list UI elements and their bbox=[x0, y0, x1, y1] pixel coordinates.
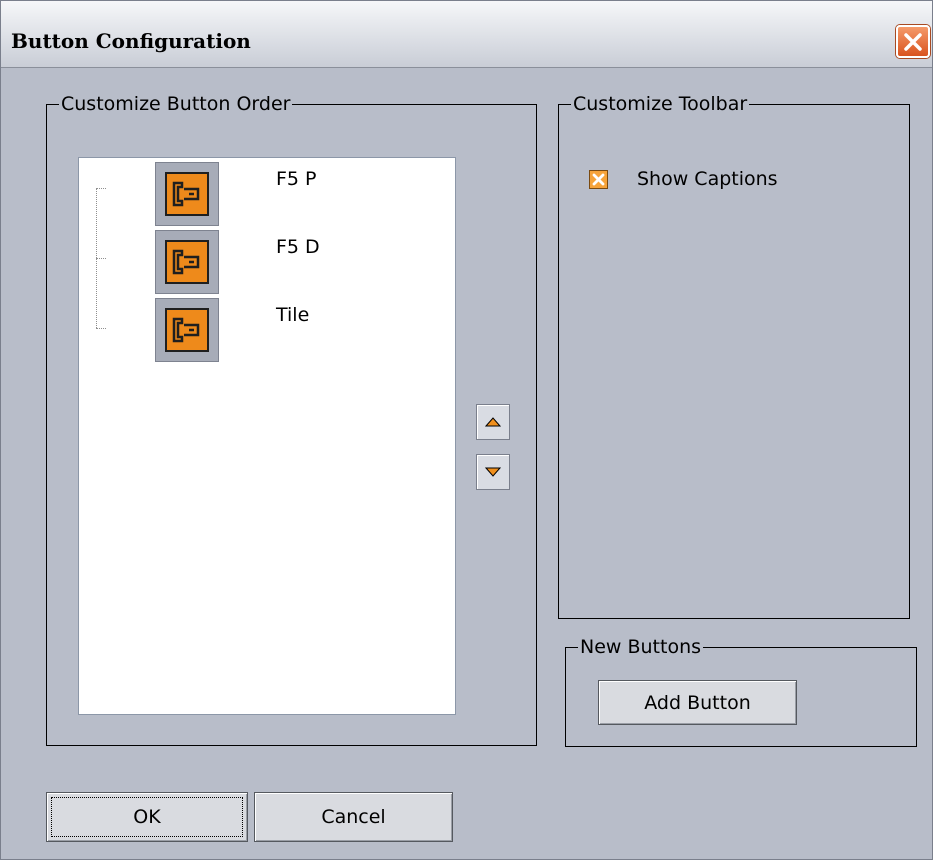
button-configuration-dialog: Button Configuration Customize Button Or… bbox=[0, 0, 933, 860]
show-captions-checkbox[interactable] bbox=[589, 170, 608, 189]
button-icon[interactable] bbox=[155, 230, 219, 294]
tree-item-label[interactable]: F5 P bbox=[276, 168, 317, 190]
button-icon[interactable] bbox=[155, 162, 219, 226]
arrow-up-icon bbox=[485, 417, 501, 427]
check-x-icon bbox=[592, 173, 605, 186]
new-buttons-legend: New Buttons bbox=[578, 635, 704, 659]
show-captions-label[interactable]: Show Captions bbox=[637, 168, 778, 190]
cancel-button[interactable]: Cancel bbox=[254, 792, 453, 842]
dialog-title: Button Configuration bbox=[11, 29, 251, 53]
ok-button[interactable]: OK bbox=[46, 792, 248, 842]
title-bar[interactable]: Button Configuration bbox=[1, 1, 932, 68]
move-up-button[interactable] bbox=[476, 404, 510, 440]
cancel-button-label: Cancel bbox=[321, 806, 386, 828]
tree-connector bbox=[96, 188, 106, 189]
focus-indicator bbox=[51, 797, 243, 837]
add-button[interactable]: Add Button bbox=[598, 680, 797, 725]
add-button-label: Add Button bbox=[644, 691, 751, 714]
close-button[interactable] bbox=[896, 25, 930, 58]
close-icon bbox=[904, 32, 922, 51]
button-icon[interactable] bbox=[155, 298, 219, 362]
tree-item-label[interactable]: F5 D bbox=[276, 236, 320, 258]
tree-connector bbox=[96, 328, 106, 329]
tree-item-label[interactable]: Tile bbox=[276, 304, 309, 326]
arrow-down-icon bbox=[485, 467, 501, 477]
tree-connector bbox=[96, 258, 106, 259]
customize-toolbar-legend: Customize Toolbar bbox=[571, 92, 750, 116]
move-down-button[interactable] bbox=[476, 454, 510, 490]
button-order-legend: Customize Button Order bbox=[59, 92, 293, 116]
button-order-tree[interactable]: F5 P F5 D Tile bbox=[78, 157, 456, 715]
